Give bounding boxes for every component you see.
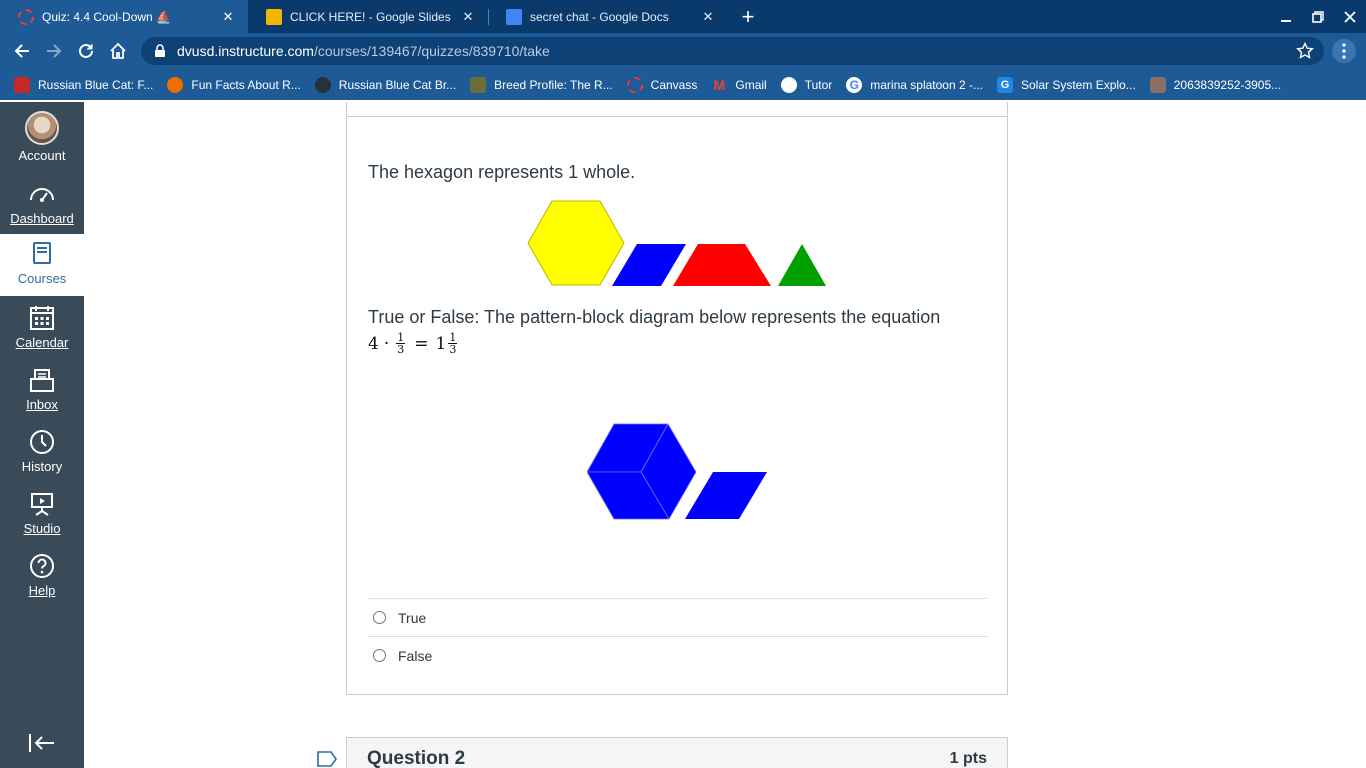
- bookmark-star-icon[interactable]: [1296, 42, 1314, 60]
- nav-label: Account: [18, 148, 66, 163]
- bookmark-gmail[interactable]: M Gmail: [711, 76, 767, 93]
- tab-close-icon[interactable]: ✕: [700, 9, 716, 25]
- studio-icon: [31, 493, 53, 516]
- google-slides-favicon-icon: [266, 8, 282, 25]
- url-text: dvusd.instructure.com/courses/139467/qui…: [177, 43, 550, 59]
- triangle-block: [778, 244, 826, 286]
- bookmark-fun-facts[interactable]: Fun Facts About R...: [167, 76, 301, 93]
- pattern-blocks-legend-image: [527, 200, 826, 286]
- reload-icon[interactable]: [74, 39, 98, 63]
- bookmark-russian-blue-cat-facts[interactable]: Russian Blue Cat: F...: [14, 76, 153, 93]
- global-nav-sidebar: Account Dashboard Courses Calendar Inbox…: [0, 102, 84, 768]
- rhombus-block: [612, 244, 686, 286]
- bookmark-favicon-icon: [1149, 76, 1166, 93]
- nav-inbox[interactable]: Inbox: [0, 360, 84, 422]
- browser-toolbar: dvusd.instructure.com/courses/139467/qui…: [0, 33, 1366, 69]
- tab-close-icon[interactable]: ✕: [460, 9, 476, 25]
- bookmark-marina-splatoon[interactable]: Gmarina splatoon 2 -...: [846, 76, 983, 93]
- answer-label: True: [398, 609, 427, 626]
- nav-help[interactable]: Help: [0, 546, 84, 608]
- tab-quiz[interactable]: Quiz: 4.4 Cool-Down ⛵ ✕: [0, 0, 248, 33]
- browser-menu-icon[interactable]: [1332, 39, 1356, 63]
- inbox-icon: [30, 369, 54, 392]
- collapse-nav-icon[interactable]: [28, 732, 56, 754]
- tab-title: CLICK HERE! - Google Slides: [290, 9, 451, 24]
- equation: 4 · 13 = 1 13: [368, 331, 458, 356]
- bookmark-favicon-icon: [14, 76, 30, 93]
- bookmark-favicon-icon: [470, 76, 487, 93]
- radio-false[interactable]: [373, 649, 386, 662]
- dashboard-gauge-icon: [30, 188, 54, 202]
- bookmark-russian-blue-cat-breed[interactable]: Russian Blue Cat Br...: [314, 76, 456, 93]
- nav-calendar[interactable]: Calendar: [0, 298, 84, 360]
- new-tab-plus-icon[interactable]: +: [736, 4, 760, 29]
- question-intro-text: The hexagon represents 1 whole.: [368, 162, 636, 182]
- history-clock-icon: [30, 430, 54, 454]
- nav-dashboard[interactable]: Dashboard: [0, 174, 84, 236]
- forward-arrow-icon[interactable]: [42, 39, 66, 63]
- tab-title: Quiz: 4.4 Cool-Down ⛵: [42, 9, 171, 24]
- answer-true[interactable]: True: [368, 598, 988, 636]
- bookmark-breed-profile[interactable]: Breed Profile: The R...: [470, 76, 613, 93]
- answer-false[interactable]: False: [368, 636, 988, 674]
- rhombus-block: [685, 472, 767, 519]
- question-2-header: Question 2 1 pts: [346, 737, 1008, 768]
- minimize-icon[interactable]: [1274, 5, 1298, 29]
- home-icon[interactable]: [106, 39, 130, 63]
- canvas-favicon-icon: [626, 76, 643, 93]
- fraction-one-third: 13: [448, 331, 458, 356]
- question-1-card: The hexagon represents 1 whole. True or …: [346, 102, 1008, 695]
- bookmark-solar-system[interactable]: G Solar System Explo...: [997, 76, 1136, 93]
- bookmark-favicon-icon: G: [997, 76, 1013, 93]
- flag-question-icon[interactable]: [316, 750, 338, 768]
- bookmark-2063839252[interactable]: 2063839252-3905...: [1149, 76, 1281, 93]
- tab-title: secret chat - Google Docs: [530, 9, 669, 24]
- courses-book-icon: [33, 242, 51, 264]
- close-window-icon[interactable]: [1338, 5, 1362, 29]
- trapezoid-block: [673, 244, 771, 286]
- hexagon-block: [527, 200, 625, 286]
- bookmarks-bar: Russian Blue Cat: F... Fun Facts About R…: [0, 69, 1366, 100]
- nav-account[interactable]: Account: [0, 102, 84, 164]
- lock-icon: [155, 44, 165, 57]
- bookmark-canvass[interactable]: Canvass: [626, 76, 697, 93]
- gmail-icon: M: [713, 76, 726, 93]
- bookmark-favicon-icon: [314, 76, 331, 93]
- question-2-points: 1 pts: [949, 750, 987, 767]
- canvas-favicon-icon: [18, 8, 34, 25]
- paw-icon: [167, 76, 184, 93]
- answer-label: False: [398, 647, 433, 664]
- avatar: [25, 111, 59, 145]
- question-header-divider: [347, 116, 1007, 117]
- google-icon: G: [846, 76, 863, 93]
- nav-courses[interactable]: Courses: [0, 234, 84, 296]
- radio-true[interactable]: [373, 611, 386, 624]
- nav-history[interactable]: History: [0, 422, 84, 484]
- browser-tab-strip: Quiz: 4.4 Cool-Down ⛵ ✕ CLICK HERE! - Go…: [0, 0, 1366, 33]
- help-question-icon: [30, 554, 54, 578]
- tab-google-slides[interactable]: CLICK HERE! - Google Slides ✕: [248, 0, 488, 33]
- globe-icon: [780, 76, 797, 93]
- question-2-title: Question 2: [367, 748, 466, 768]
- back-arrow-icon[interactable]: [10, 39, 34, 63]
- restore-window-icon[interactable]: [1306, 5, 1330, 29]
- tab-google-docs[interactable]: secret chat - Google Docs ✕: [488, 0, 728, 33]
- fraction-one-third: 13: [396, 331, 406, 356]
- pattern-block-diagram-image: [587, 423, 767, 520]
- bookmark-tutor[interactable]: Tutor: [780, 76, 832, 93]
- question-prompt-text: True or False: The pattern-block diagram…: [368, 307, 941, 327]
- google-docs-favicon-icon: [506, 8, 522, 25]
- calendar-icon: [30, 306, 54, 330]
- tab-close-icon[interactable]: ✕: [220, 9, 236, 25]
- nav-studio[interactable]: Studio: [0, 484, 84, 546]
- address-bar[interactable]: dvusd.instructure.com/courses/139467/qui…: [141, 37, 1324, 65]
